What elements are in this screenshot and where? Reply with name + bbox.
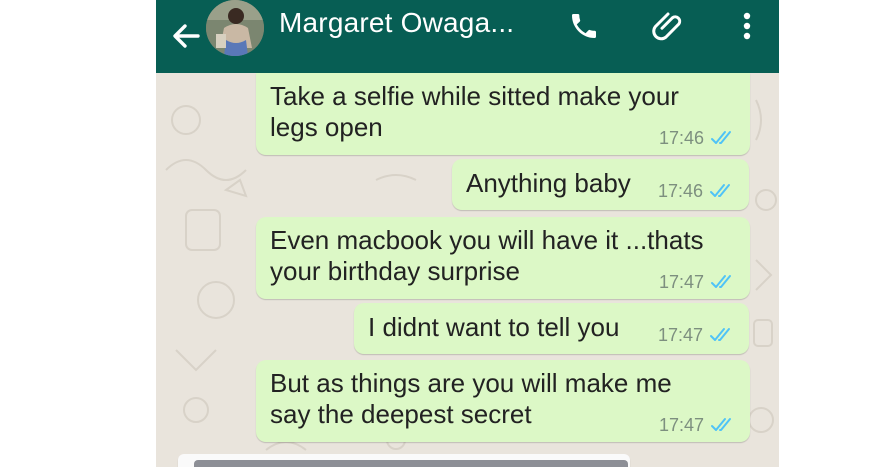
message-text: Anything baby [466, 168, 631, 198]
message-bubble[interactable]: I didnt want to tell you 17:47 [354, 303, 749, 354]
phone-icon [572, 14, 596, 38]
message-line: Even macbook you will have it ...thats [270, 225, 704, 255]
message-time: 17:47 [657, 325, 703, 345]
message-line: say the deepest secret [270, 399, 532, 429]
message-text: Take a selfie while sitted make your leg… [270, 81, 679, 143]
message-meta: 17:47 [659, 415, 736, 435]
message-meta: 17:46 [658, 181, 735, 201]
chat-screen: Margaret Owaga... Take a selfie while si… [156, 0, 779, 467]
avatar-photo [206, 0, 264, 56]
double-check-read-icon [711, 418, 731, 431]
message-bubble[interactable]: But as things are you will make me say t… [256, 360, 750, 442]
chat-header: Margaret Owaga... [156, 0, 779, 73]
paperclip-icon [652, 12, 682, 41]
message-line: Take a selfie while sitted make your [270, 81, 679, 111]
message-text: But as things are you will make me say t… [270, 368, 672, 430]
message-time: 17:47 [658, 415, 704, 435]
double-check-read-icon [711, 275, 731, 288]
back-arrow-icon [173, 24, 200, 48]
double-check-read-icon [710, 328, 730, 341]
message-text: I didnt want to tell you [368, 312, 620, 342]
more-options-button[interactable] [727, 6, 767, 46]
message-bubble[interactable]: Anything baby 17:46 [452, 159, 749, 210]
message-time: 17:47 [658, 272, 704, 292]
message-text: Even macbook you will have it ...thats y… [270, 225, 704, 287]
message-bubble[interactable]: Even macbook you will have it ...thats y… [256, 217, 750, 299]
media-thumbnail[interactable] [194, 460, 628, 467]
contact-name[interactable]: Margaret Owaga... [279, 7, 514, 39]
contact-avatar[interactable] [206, 0, 264, 56]
voice-call-button[interactable] [564, 6, 604, 46]
message-line: your birthday surprise [270, 256, 520, 286]
back-button[interactable] [166, 14, 206, 58]
message-meta: 17:47 [659, 272, 736, 292]
message-line: legs open [270, 112, 383, 142]
message-bubble[interactable]: Take a selfie while sitted make your leg… [256, 73, 750, 155]
message-meta: 17:46 [659, 128, 736, 148]
double-check-read-icon [711, 131, 731, 144]
more-vertical-icon [743, 12, 751, 40]
message-line: But as things are you will make me [270, 368, 672, 398]
double-check-read-icon [710, 184, 730, 197]
attach-button[interactable] [648, 6, 688, 46]
message-meta: 17:47 [658, 325, 735, 345]
message-time: 17:46 [657, 181, 703, 201]
message-time: 17:46 [658, 128, 704, 148]
